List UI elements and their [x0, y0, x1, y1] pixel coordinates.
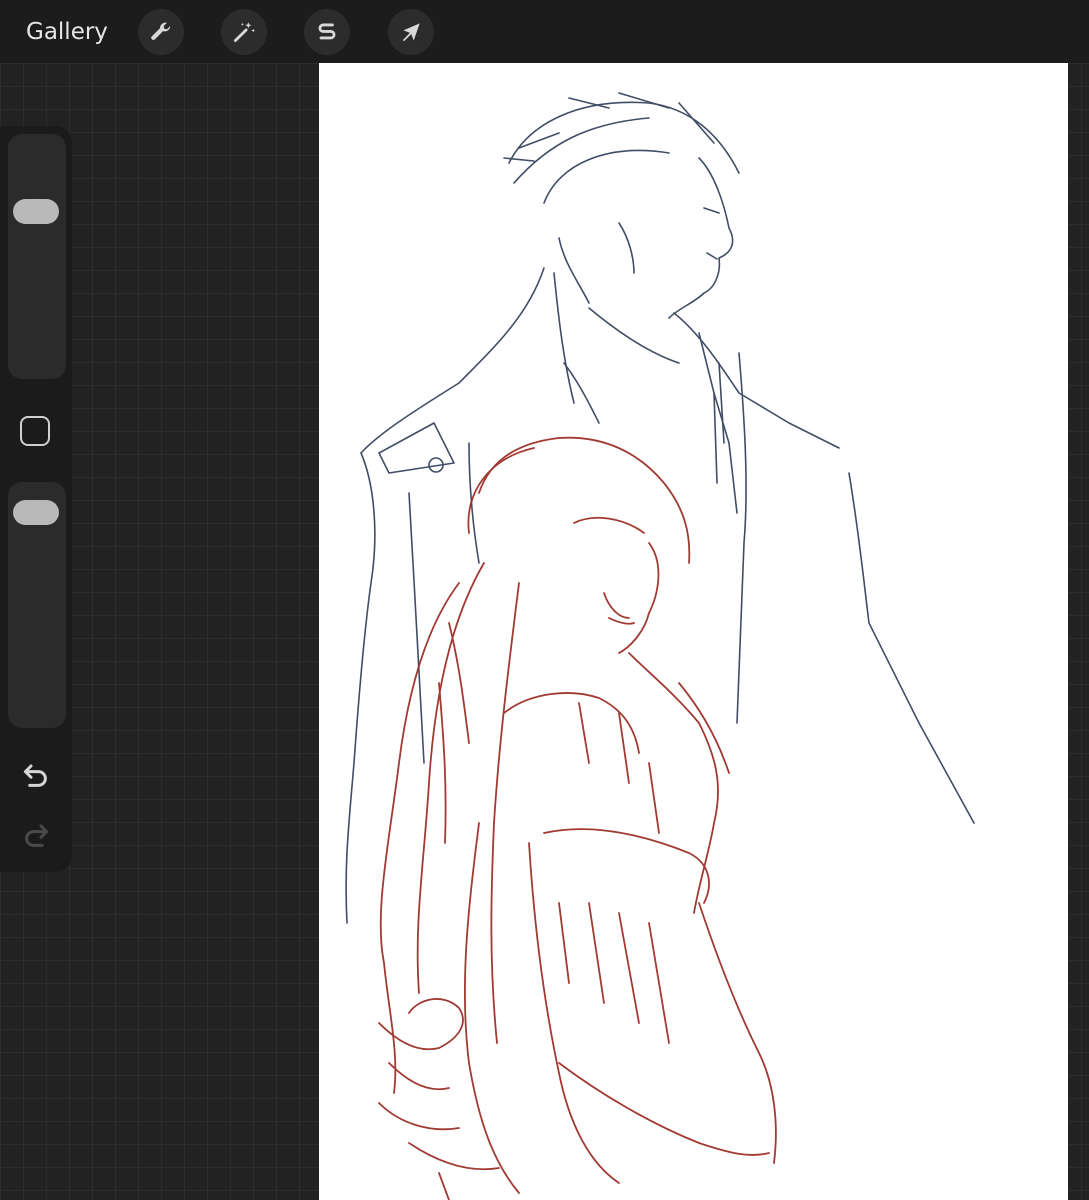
redo-button[interactable] — [18, 818, 54, 854]
arrow-cursor-icon — [402, 23, 420, 42]
selection-button[interactable] — [304, 9, 350, 55]
undo-button[interactable] — [18, 758, 54, 794]
top-toolbar: Gallery — [0, 0, 1089, 63]
transform-button[interactable] — [388, 9, 434, 55]
drawing-canvas[interactable] — [319, 63, 1068, 1200]
opacity-thumb[interactable] — [13, 500, 59, 526]
brush-size-thumb[interactable] — [13, 199, 59, 225]
gallery-button[interactable]: Gallery — [26, 14, 108, 50]
brush-size-slider[interactable] — [8, 134, 66, 379]
sketch-artwork — [345, 92, 975, 1200]
modify-button[interactable] — [20, 416, 50, 446]
actions-button[interactable] — [138, 9, 184, 55]
selection-s-icon — [318, 23, 336, 40]
adjustments-button[interactable] — [221, 9, 267, 55]
magic-wand-icon — [233, 22, 256, 43]
opacity-slider[interactable] — [8, 482, 66, 728]
undo-icon — [23, 764, 47, 787]
redo-icon — [25, 824, 49, 847]
sidebar-panel — [0, 126, 72, 872]
wrench-icon — [151, 22, 171, 40]
